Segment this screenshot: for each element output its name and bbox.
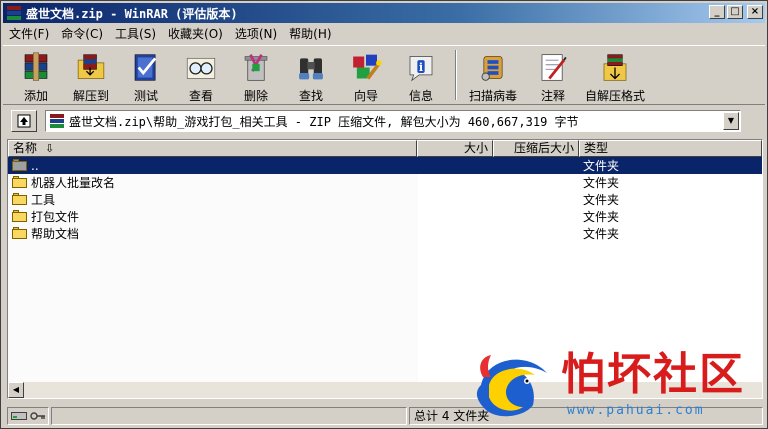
sfx-button[interactable]: 自解压格式 — [583, 46, 647, 104]
wizard-label: 向导 — [353, 89, 378, 103]
column-header-packed[interactable]: 压缩后大小 — [493, 140, 579, 157]
file-rows: .. 文件夹 机器人批量改名 文件夹 工具 文件夹 打包文件 文件夹 帮助文档 — [8, 157, 762, 242]
wizard-icon — [353, 54, 382, 80]
sfx-icon — [603, 54, 627, 81]
info-label: 信息 — [408, 89, 433, 103]
extract-to-label: 解压到 — [72, 89, 109, 103]
maximize-button[interactable]: □ — [727, 5, 743, 19]
view-button[interactable]: 查看 — [176, 46, 226, 104]
menu-favorites[interactable]: 收藏夹(O) — [162, 25, 229, 43]
sfx-label: 自解压格式 — [584, 89, 645, 103]
status-icons — [7, 407, 49, 425]
archive-icon — [49, 113, 65, 129]
extract-folder-icon — [77, 54, 105, 79]
delete-button[interactable]: 删除 — [231, 46, 281, 104]
up-folder-button[interactable] — [11, 110, 37, 132]
find-label: 查找 — [298, 89, 323, 103]
add-label: 添加 — [23, 89, 48, 103]
menu-bar: 文件(F) 命令(C) 工具(S) 收藏夹(O) 选项(N) 帮助(H) — [3, 25, 765, 43]
path-combobox[interactable]: 盛世文档.zip\帮助_游戏打包_相关工具 - ZIP 压缩文件, 解包大小为 … — [45, 110, 741, 132]
find-binoculars-icon — [299, 58, 323, 80]
folder-icon — [12, 176, 28, 189]
menu-options[interactable]: 选项(N) — [229, 25, 283, 43]
folder-up-icon — [12, 159, 28, 172]
table-row[interactable]: .. 文件夹 — [8, 157, 762, 174]
wizard-button[interactable]: 向导 — [341, 46, 391, 104]
delete-label: 删除 — [243, 89, 268, 103]
test-check-icon — [134, 54, 157, 81]
table-row[interactable]: 打包文件 文件夹 — [8, 208, 762, 225]
fish-logo-icon — [476, 355, 547, 417]
minimize-button[interactable]: _ — [709, 5, 725, 19]
test-button[interactable]: 测试 — [121, 46, 171, 104]
svg-text:i: i — [419, 61, 423, 74]
extract-to-button[interactable]: 解压到 — [66, 46, 116, 104]
column-header-type[interactable]: 类型 — [579, 140, 762, 157]
sort-down-arrow-icon: ⇩ — [45, 142, 55, 155]
file-list-header: 名称 ⇩ 大小 压缩后大小 类型 — [8, 140, 762, 157]
folder-icon — [12, 210, 28, 223]
comment-button[interactable]: 注释 — [528, 46, 578, 104]
winrar-window: 盛世文档.zip - WinRAR (评估版本) _ □ × 文件(F) 命令(… — [0, 0, 768, 429]
path-dropdown-arrow-icon[interactable]: ▼ — [723, 112, 739, 130]
info-icon: i — [409, 56, 433, 82]
address-bar: 盛世文档.zip\帮助_游戏打包_相关工具 - ZIP 压缩文件, 解包大小为 … — [3, 109, 765, 133]
watermark-title: 怕坏社区 — [561, 349, 745, 400]
toolbar-separator — [455, 50, 457, 100]
column-header-size[interactable]: 大小 — [417, 140, 493, 157]
test-label: 测试 — [133, 89, 158, 103]
column-header-name[interactable]: 名称 ⇩ — [8, 140, 417, 157]
close-button[interactable]: × — [747, 5, 763, 19]
drive-icon — [11, 412, 27, 420]
menu-help[interactable]: 帮助(H) — [283, 25, 337, 43]
watermark-url: www.pahuai.com — [567, 403, 705, 418]
table-row[interactable]: 帮助文档 文件夹 — [8, 225, 762, 242]
folder-icon — [12, 227, 28, 240]
scan-virus-label: 扫描病毒 — [468, 89, 517, 103]
toolbar: 添加 解压到 测试 查看 删除 查找 向导 i 信息 扫描病毒 注释 自解压格式 — [3, 45, 765, 105]
watermark: 怕坏社区 www.pahuai.com — [467, 347, 763, 425]
table-row[interactable]: 机器人批量改名 文件夹 — [8, 174, 762, 191]
scan-virus-button[interactable]: 扫描病毒 — [463, 46, 523, 104]
menu-file[interactable]: 文件(F) — [3, 25, 55, 43]
scan-virus-icon — [481, 56, 503, 81]
add-button[interactable]: 添加 — [11, 46, 61, 104]
archive-path: 盛世文档.zip\帮助_游戏打包_相关工具 - ZIP 压缩文件, 解包大小为 … — [69, 114, 579, 129]
find-button[interactable]: 查找 — [286, 46, 336, 104]
title-bar[interactable]: 盛世文档.zip - WinRAR (评估版本) _ □ × — [3, 3, 765, 23]
window-title: 盛世文档.zip - WinRAR (评估版本) — [26, 6, 238, 21]
menu-commands[interactable]: 命令(C) — [55, 25, 109, 43]
folder-icon — [12, 193, 28, 206]
menu-tools[interactable]: 工具(S) — [109, 25, 162, 43]
comment-icon — [541, 54, 567, 81]
scroll-left-icon[interactable]: ◀ — [8, 382, 24, 398]
view-glasses-icon — [186, 57, 216, 79]
info-button[interactable]: i 信息 — [396, 46, 446, 104]
up-arrow-icon — [17, 114, 31, 128]
delete-icon — [244, 53, 268, 81]
comment-label: 注释 — [540, 89, 565, 103]
view-label: 查看 — [188, 89, 213, 103]
key-icon — [30, 412, 45, 420]
winrar-app-icon — [6, 5, 22, 21]
status-selection — [51, 407, 407, 425]
table-row[interactable]: 工具 文件夹 — [8, 191, 762, 208]
add-archive-icon — [24, 52, 48, 81]
